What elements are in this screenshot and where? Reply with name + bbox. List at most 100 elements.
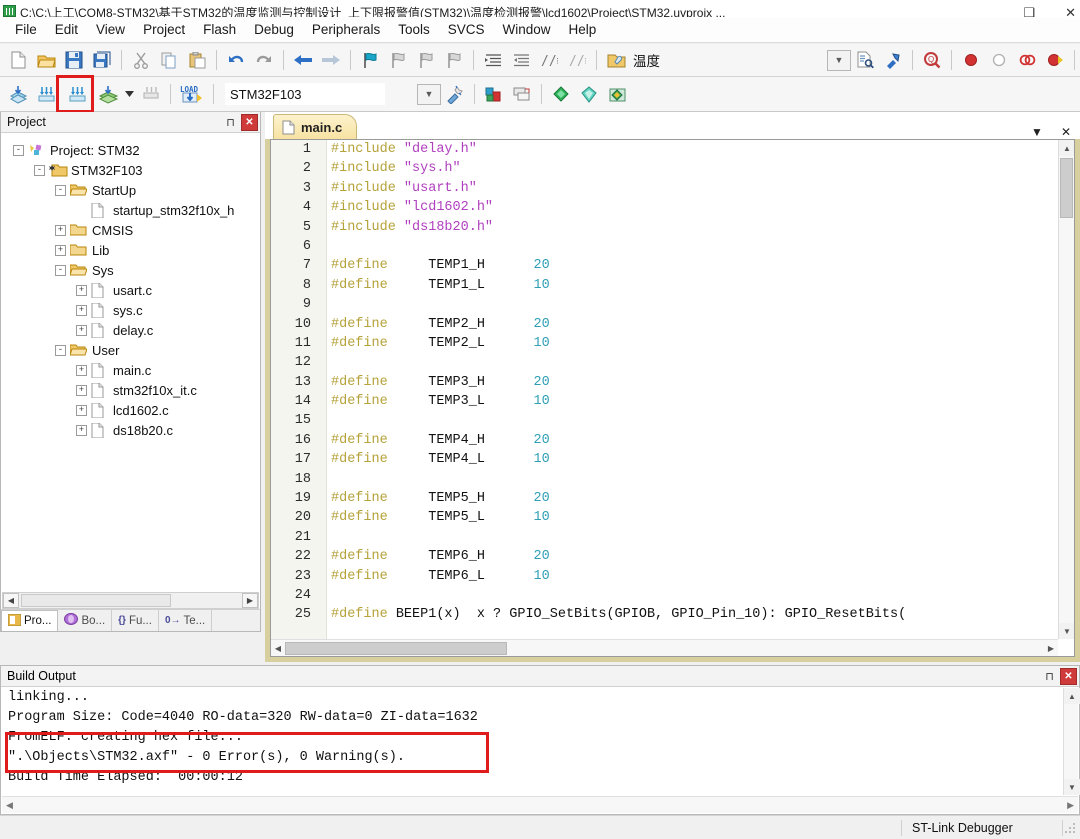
chevron-down-icon[interactable]: ▼ [1031,125,1043,139]
paste-icon[interactable] [184,48,210,73]
tree-node-project-stm32[interactable]: - Project: STM32 [1,140,260,160]
vscroll-thumb[interactable] [1060,158,1073,218]
build-output-hscrollbar[interactable]: ◀ ▶ [2,796,1078,813]
uncomment-icon[interactable]: //≡ [564,48,590,73]
find-in-files-icon[interactable] [852,48,878,73]
target-selector[interactable]: STM32F103 [225,83,385,105]
incremental-find-icon[interactable]: Q [919,48,945,73]
rebuild-icon[interactable] [64,82,90,107]
editor-hscrollbar[interactable]: ◀ ▶ [271,639,1058,656]
chevron-right-icon[interactable]: ▶ [1067,800,1074,811]
configure-target-icon[interactable] [603,48,629,73]
clear-bookmarks-icon[interactable] [441,48,467,73]
tree-node-usart-c[interactable]: + usart.c [1,280,260,300]
disable-breakpoint-icon[interactable] [1014,48,1040,73]
copy-icon[interactable] [156,48,182,73]
chevron-down-icon[interactable]: ▼ [1059,623,1074,639]
build-icon[interactable] [33,82,59,107]
kill-breakpoint-icon[interactable] [986,48,1012,73]
manage-run-time-icon[interactable] [576,82,602,107]
navigate-forward-icon[interactable] [318,48,344,73]
tree-node-startup-stm32f10x-h[interactable]: startup_stm32f10x_h [1,200,260,220]
chevron-up-icon[interactable]: ▲ [1059,140,1074,156]
tree-node-ds18b20-c[interactable]: + ds18b20.c [1,420,260,440]
open-file-icon[interactable] [33,48,59,73]
build-output-vscrollbar[interactable]: ▲ ▼ [1063,688,1080,795]
close-icon[interactable]: ✕ [241,113,258,131]
find-dropdown-icon[interactable]: ▼ [827,49,851,71]
tree-node-sys-c[interactable]: + sys.c [1,300,260,320]
tree-node-startup[interactable]: - StartUp [1,180,260,200]
select-software-packs-icon[interactable] [604,82,630,107]
tree-node-main-c[interactable]: + main.c [1,360,260,380]
maximize-button[interactable]: ❑ [1023,6,1035,17]
collapse-toggle-icon[interactable]: - [55,344,66,356]
pin-icon[interactable]: ⊓ [222,114,239,131]
hscroll-thumb[interactable] [21,594,171,607]
menu-item-view[interactable]: View [87,19,134,40]
insert-bookmark-icon[interactable] [357,48,383,73]
tree-node-lcd1602-c[interactable]: + lcd1602.c [1,400,260,420]
expand-toggle-icon[interactable]: + [76,424,87,436]
comment-icon[interactable]: //≡ [536,48,562,73]
tree-node-stm32f10x-it-c[interactable]: + stm32f10x_it.c [1,380,260,400]
expand-toggle-icon[interactable]: + [76,284,87,296]
translate-icon[interactable] [5,82,31,107]
editor-vscrollbar[interactable]: ▲ ▼ [1058,140,1074,639]
save-icon[interactable] [61,48,87,73]
panel-tab-te[interactable]: 0→ Te... [159,610,213,631]
panel-tab-pro[interactable]: Pro... [1,610,59,631]
multi-project-icon[interactable] [509,82,535,107]
arrow-left-icon[interactable]: ◀ [3,593,19,608]
collapse-toggle-icon[interactable]: - [13,144,24,156]
find-tool-icon[interactable] [880,48,906,73]
collapse-toggle-icon[interactable]: - [55,264,66,276]
menu-item-flash[interactable]: Flash [194,19,245,40]
batch-build-dropdown-icon[interactable] [123,82,136,107]
tree-node-lib[interactable]: + Lib [1,240,260,260]
indent-icon[interactable] [480,48,506,73]
menu-item-tools[interactable]: Tools [389,19,439,40]
chevron-left-icon[interactable]: ◀ [6,800,13,811]
menu-item-help[interactable]: Help [560,19,606,40]
insert-breakpoint-icon[interactable] [958,48,984,73]
expand-toggle-icon[interactable]: + [55,244,66,256]
navigate-backward-icon[interactable] [290,48,316,73]
close-icon[interactable]: ✕ [1060,667,1077,685]
undo-icon[interactable] [223,48,249,73]
collapse-toggle-icon[interactable]: - [34,164,45,176]
save-all-icon[interactable] [89,48,115,73]
tree-node-delay-c[interactable]: + delay.c [1,320,260,340]
tree-node-stm32f103[interactable]: - STM32F103 [1,160,260,180]
menu-item-debug[interactable]: Debug [245,19,303,40]
close-button[interactable]: ✕ [1065,6,1076,17]
new-file-icon[interactable] [5,48,31,73]
hscroll-thumb[interactable] [285,641,507,655]
panel-tab-fu[interactable]: {} Fu... [112,610,159,631]
cut-icon[interactable] [128,48,154,73]
arrow-right-icon[interactable]: ▶ [242,593,258,608]
chevron-left-icon[interactable]: ◀ [271,644,285,653]
collapse-toggle-icon[interactable]: - [55,184,66,196]
target-options-icon[interactable] [442,82,468,107]
chevron-down-icon[interactable]: ▼ [1064,779,1080,795]
next-bookmark-icon[interactable] [413,48,439,73]
menu-item-project[interactable]: Project [134,19,194,40]
kill-all-breakpoints-icon[interactable] [1042,48,1068,73]
tree-node-user[interactable]: - User [1,340,260,360]
window-controls[interactable]: ❑ ✕ [1023,6,1076,17]
code-view[interactable]: 1 #include "delay.h" 2 #include "sys.h" 3 #in… [271,140,1058,639]
expand-toggle-icon[interactable]: + [55,224,66,236]
tab-main-c[interactable]: main.c [273,114,358,139]
batch-build-icon[interactable] [95,82,121,107]
expand-toggle-icon[interactable]: + [76,384,87,396]
download-icon[interactable]: LOAD [177,82,207,107]
redo-icon[interactable] [251,48,277,73]
expand-toggle-icon[interactable]: + [76,324,87,336]
menu-item-svcs[interactable]: SVCS [439,19,494,40]
pin-icon[interactable]: ⊓ [1041,668,1058,685]
outdent-icon[interactable] [508,48,534,73]
prev-bookmark-icon[interactable] [385,48,411,73]
panel-tab-bo[interactable]: Bo... [58,610,113,631]
menu-item-window[interactable]: Window [493,19,559,40]
